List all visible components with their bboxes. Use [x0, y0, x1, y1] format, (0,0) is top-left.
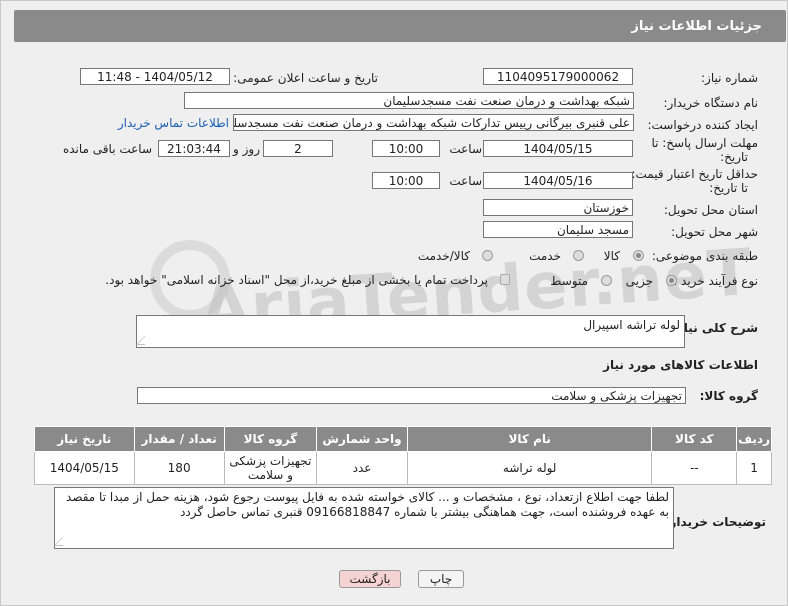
cell-row: 1 [736, 451, 772, 485]
validity-label-date: تا تاریخ: [709, 181, 748, 195]
treasury-payment-checkbox[interactable] [500, 274, 510, 285]
validity-date-field: 1404/05/16 [483, 172, 633, 189]
process-minor-radio[interactable] [666, 275, 677, 286]
col-name: نام کالا [406, 426, 653, 452]
category-goods-label: کالا [603, 249, 620, 263]
province-label: استان محل تحویل: [663, 203, 758, 217]
deadline-date-field: 1404/05/15 [483, 140, 633, 157]
category-both-radio[interactable] [482, 250, 493, 261]
col-row: ردیف [736, 426, 772, 452]
creator-label: ایجاد کننده درخواست: [647, 118, 758, 132]
need-number-label: شماره نیاز: [701, 71, 758, 85]
need-number-field: 1104095179000062 [483, 68, 633, 85]
cell-date: 1404/05/15 [34, 451, 135, 485]
cell-code: -- [651, 451, 738, 485]
goods-group-field: تجهیزات پزشکی و سلامت [137, 387, 686, 404]
goods-info-title: اطلاعات کالاهای مورد نیاز [603, 358, 758, 372]
category-service-label: خدمت [529, 249, 561, 263]
buyer-org-label: نام دستگاه خریدار: [663, 96, 759, 110]
table-header-row: ردیف کد کالا نام کالا واحد شمارش گروه کا… [34, 426, 772, 452]
resize-handle-icon[interactable] [53, 537, 72, 546]
buyer-notes-label: توضیحات خریدار: [664, 515, 766, 529]
city-field: مسجد سلیمان [483, 221, 633, 238]
cell-name: لوله تراشه [406, 451, 653, 485]
deadline-label-date: تاریخ: [720, 150, 748, 164]
creator-field: علی قنبری بیرگانی رییس تدارکات شبکه بهدا… [233, 114, 634, 131]
cell-group: تجهیزات پزشکی و سلامت [223, 451, 318, 485]
validity-time-label: ساعت [449, 174, 482, 188]
remaining-time-field: 21:03:44 [158, 140, 230, 157]
buyer-notes-textarea: لطفا جهت اطلاع ازتعداد، نوع ، مشخصات و .… [53, 487, 674, 549]
buyer-org-field: شبکه بهداشت و درمان صنعت نفت مسجدسلیمان [184, 92, 634, 109]
deadline-label: مهلت ارسال پاسخ: تا [651, 136, 758, 150]
cell-unit: عدد [316, 451, 408, 485]
page-title: جزئیات اطلاعات نیاز [631, 19, 762, 34]
deadline-time-field: 10:00 [372, 140, 440, 157]
col-date: تاریخ نیاز [34, 426, 135, 452]
description-text: لوله تراشه اسپیرال [583, 318, 680, 332]
deadline-time-label: ساعت [449, 142, 482, 156]
items-table: ردیف کد کالا نام کالا واحد شمارش گروه کا… [34, 426, 772, 485]
resize-handle-icon[interactable] [135, 336, 154, 345]
table-row: 1 -- لوله تراشه عدد تجهیزات پزشکی و سلام… [34, 451, 772, 485]
print-button[interactable]: چاپ [418, 570, 464, 588]
col-unit: واحد شمارش [316, 426, 408, 452]
category-label: طبقه بندی موضوعی: [651, 249, 758, 263]
days-label: روز و [233, 142, 260, 156]
col-group: گروه کالا [223, 426, 318, 452]
process-label: نوع فرآیند خرید : [673, 274, 758, 288]
days-count-field: 2 [263, 140, 333, 157]
col-quantity: تعداد / مقدار [133, 426, 225, 452]
goods-group-label: گروه کالا: [699, 389, 758, 403]
announce-field: 1404/05/12 - 11:48 [80, 68, 230, 85]
cell-quantity: 180 [133, 451, 225, 485]
province-field: خوزستان [483, 199, 633, 216]
buyer-notes-text: لطفا جهت اطلاع ازتعداد، نوع ، مشخصات و .… [66, 490, 669, 519]
header-bar: جزئیات اطلاعات نیاز [14, 10, 786, 42]
city-label: شهر محل تحویل: [671, 225, 758, 239]
remaining-label: ساعت باقی مانده [62, 142, 152, 156]
process-minor-label: جزیی [625, 274, 653, 288]
category-both-label: کالا/خدمت [417, 249, 470, 263]
process-medium-label: متوسط [550, 274, 588, 288]
category-goods-radio[interactable] [633, 250, 644, 261]
contact-buyer-link[interactable]: اطلاعات تماس خریدار [118, 116, 229, 130]
category-service-radio[interactable] [573, 250, 584, 261]
validity-time-field: 10:00 [372, 172, 440, 189]
announce-label: تاریخ و ساعت اعلان عمومی: [233, 71, 378, 85]
description-textarea: لوله تراشه اسپیرال [135, 315, 685, 348]
back-button[interactable]: بازگشت [339, 570, 401, 588]
payment-note: پرداخت تمام یا بخشی از مبلغ خرید،از محل … [105, 273, 488, 287]
validity-label: حداقل تاریخ اعتبار قیمت: [631, 167, 758, 181]
col-code: کد کالا [651, 426, 738, 452]
process-medium-radio[interactable] [601, 275, 612, 286]
